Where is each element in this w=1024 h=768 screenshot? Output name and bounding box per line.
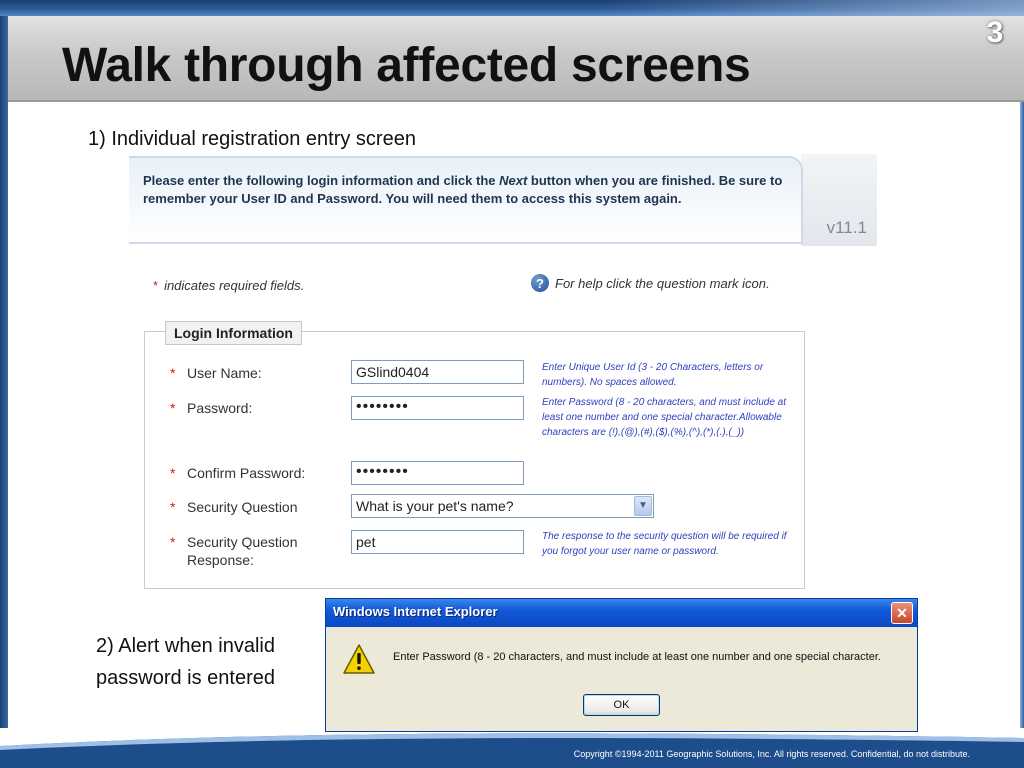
security-question-value: What is your pet's name? xyxy=(356,498,514,514)
section-title: Login Information xyxy=(165,321,302,345)
footer-copyright: Copyright ©1994-2011 Geographic Solution… xyxy=(573,749,970,759)
slide-title: Walk through affected screens xyxy=(62,39,751,92)
alert-message: Enter Password (8 - 20 characters, and m… xyxy=(393,651,881,663)
version-label: v11.1 xyxy=(826,218,867,237)
caption-registration-screen: 1) Individual registration entry screen xyxy=(88,128,416,150)
caption-alert: 2) Alert when invalid password is entere… xyxy=(96,635,275,689)
right-rail xyxy=(1020,102,1024,728)
security-question-label: Security Question xyxy=(187,499,298,515)
required-asterisk: * xyxy=(153,278,159,293)
alert-title-bar: Windows Internet Explorer ✕ xyxy=(326,599,917,627)
footer-wave xyxy=(0,733,1024,768)
confirm-password-input[interactable]: •••••••• xyxy=(351,461,524,485)
username-label: User Name: xyxy=(187,365,262,381)
version-panel: v11.1 xyxy=(801,154,877,246)
required-asterisk: * xyxy=(170,365,176,381)
question-mark-icon[interactable]: ? xyxy=(531,274,549,292)
security-question-select[interactable]: What is your pet's name? ▼ xyxy=(351,494,654,518)
required-asterisk: * xyxy=(170,400,176,416)
username-hint: Enter Unique User Id (3 - 20 Characters,… xyxy=(542,362,764,388)
security-response-label: Security Question Response: xyxy=(187,534,298,568)
alert-dialog: Windows Internet Explorer ✕ Enter Passwo… xyxy=(325,598,918,732)
password-hint: Enter Password (8 - 20 characters, and m… xyxy=(542,397,787,438)
security-response-hint: The response to the security question wi… xyxy=(542,531,787,557)
top-gloss xyxy=(604,0,1024,16)
required-asterisk: * xyxy=(170,465,176,481)
chevron-down-icon[interactable]: ▼ xyxy=(634,496,652,516)
confirm-password-label: Confirm Password: xyxy=(187,465,306,481)
security-response-input[interactable]: pet xyxy=(351,530,524,554)
page-number: 3 xyxy=(986,16,1004,49)
close-icon: ✕ xyxy=(896,604,908,621)
required-asterisk: * xyxy=(170,499,176,515)
username-input[interactable]: GSlind0404 xyxy=(351,360,524,384)
close-button[interactable]: ✕ xyxy=(891,602,913,624)
ok-button[interactable]: OK xyxy=(583,694,660,716)
required-fields-note: * indicates required fields. xyxy=(153,278,305,293)
help-note: ? For help click the question mark icon. xyxy=(531,274,770,292)
instructions-panel: Please enter the following login informa… xyxy=(129,156,803,244)
registration-screenshot: v11.1 Please enter the following login i… xyxy=(129,154,877,592)
warning-icon xyxy=(343,644,375,674)
password-label: Password: xyxy=(187,400,253,416)
login-information-section: Login Information * User Name: GSlind040… xyxy=(144,321,805,589)
left-rail xyxy=(0,16,8,728)
required-asterisk: * xyxy=(170,534,176,550)
password-input[interactable]: •••••••• xyxy=(351,396,524,420)
alert-title: Windows Internet Explorer xyxy=(333,604,498,619)
instructions-text: Please enter the following login informa… xyxy=(143,173,783,206)
